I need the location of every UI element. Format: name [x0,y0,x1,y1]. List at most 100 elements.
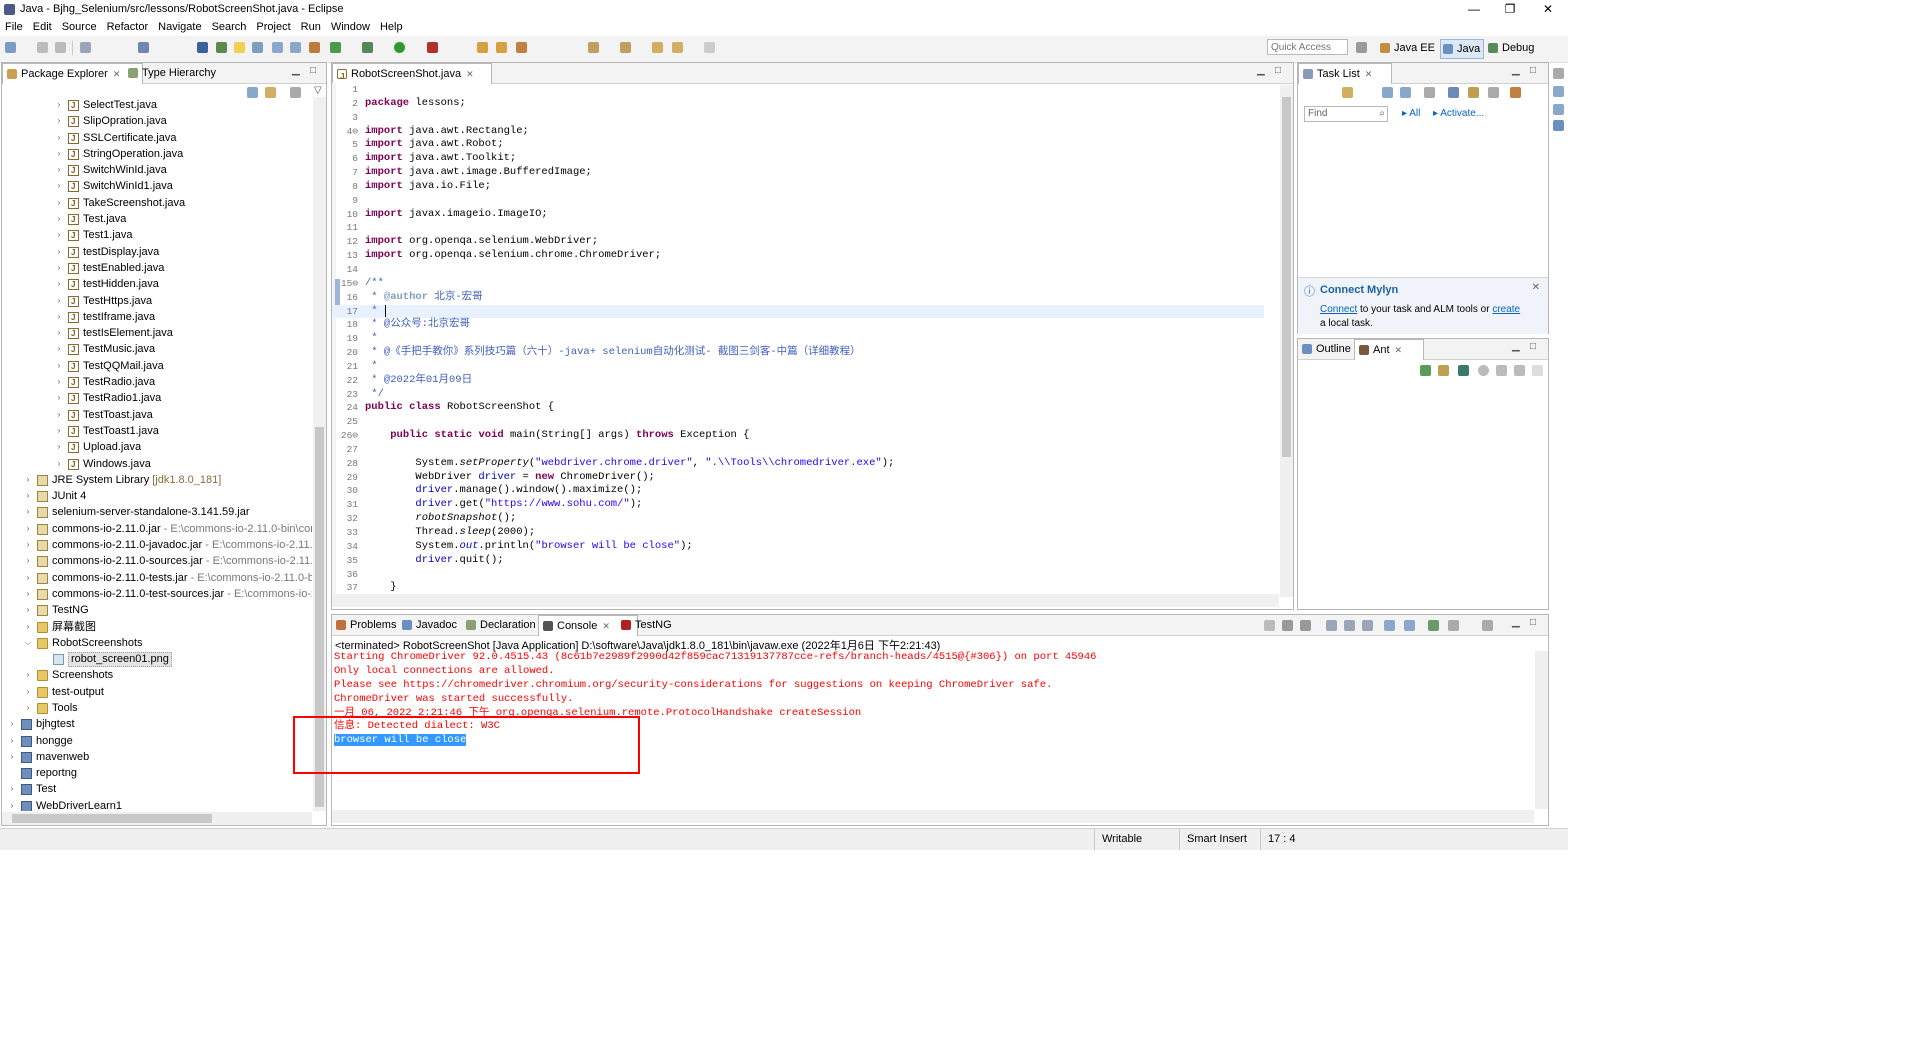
tree-item[interactable]: › TestRadio1.java [2,390,312,407]
trim-view-icon[interactable] [1553,120,1564,131]
new-icon[interactable] [5,42,16,53]
debug-icon[interactable] [330,42,341,53]
collapsed-twisty-icon[interactable]: › [24,586,32,602]
tab-task-list[interactable]: Task List ✕ [1298,63,1392,84]
code-line[interactable]: 31 driver.get("https://www.sohu.com/"); [332,498,1264,512]
code-line[interactable]: 10 import javax.imageio.ImageIO; [332,208,1264,222]
focus-workweek-icon[interactable] [1424,87,1435,98]
tree-item[interactable]: › Screenshots [2,667,312,683]
collapsed-twisty-icon[interactable]: › [55,113,63,129]
tree-item[interactable]: › testHidden.java [2,276,312,293]
search-buildfile-icon[interactable] [1438,365,1449,376]
code-line[interactable]: 29 WebDriver driver = new ChromeDriver()… [332,471,1264,485]
collapsed-twisty-icon[interactable]: › [55,146,63,162]
run-target-icon[interactable] [1478,365,1489,376]
perspective-java-ee[interactable]: Java EE [1378,39,1438,57]
connect-link[interactable]: Connect [1320,304,1357,315]
tree-item[interactable]: › SwitchWinId1.java [2,178,312,195]
collapsed-twisty-icon[interactable]: › [55,325,63,341]
collapsed-twisty-icon[interactable]: › [55,407,63,423]
scheduled-icon[interactable] [1400,87,1411,98]
open-task-icon[interactable] [496,42,507,53]
categorized-icon[interactable] [1382,87,1393,98]
trim-task-icon[interactable] [1553,86,1564,97]
collapsed-twisty-icon[interactable]: › [55,358,63,374]
filter-all-link[interactable]: ▸ All [1402,108,1420,119]
menu-source[interactable]: Source [57,19,102,36]
hide-targets-icon[interactable] [1458,365,1469,376]
code-line[interactable]: 3 [332,111,1264,125]
code-line[interactable]: 23 */ [332,388,1264,402]
collapse-tasks-icon[interactable] [1488,87,1499,98]
display-console-icon[interactable] [1448,620,1459,631]
remove-all-icon[interactable] [1514,365,1525,376]
code-line[interactable]: 12 import org.openqa.selenium.WebDriver; [332,235,1264,249]
maximize-button[interactable]: ❐ [1490,0,1530,19]
collapsed-twisty-icon[interactable]: › [55,423,63,439]
collapsed-twisty-icon[interactable]: › [8,749,16,765]
code-line[interactable]: 7 import java.awt.image.BufferedImage; [332,166,1264,180]
tree-item[interactable]: › SlipOpration.java [2,113,312,130]
tree-item[interactable]: › TestHttps.java [2,293,312,310]
code-line[interactable]: 33 Thread.sleep(2000); [332,526,1264,540]
debug-run-icon[interactable] [362,42,373,53]
tree-item[interactable]: › StringOperation.java [2,146,312,163]
collapsed-twisty-icon[interactable]: › [55,374,63,390]
collapsed-twisty-icon[interactable]: › [24,521,32,537]
collapsed-twisty-icon[interactable]: › [55,439,63,455]
remove-icon[interactable] [1496,365,1507,376]
code-area[interactable]: 1 2 package lessons; 3 4⊖ import java.awt.Rec… [332,83,1264,595]
trim-outline-icon[interactable] [1553,104,1564,115]
tab-robotscreenshot-java[interactable]: RobotScreenShot.java✕ [332,63,492,87]
code-line[interactable]: 14 [332,263,1264,277]
collapsed-twisty-icon[interactable]: › [55,97,63,113]
restore-icon[interactable] [1553,68,1564,79]
activate-link[interactable]: ▸ Activate... [1433,108,1484,119]
hide-completed-icon[interactable] [1448,87,1459,98]
collapsed-twisty-icon[interactable]: › [24,504,32,520]
menu-edit[interactable]: Edit [28,19,57,36]
console-minimize-icon[interactable]: ▁ [1512,617,1520,628]
show-whitespace-icon[interactable] [272,42,283,53]
save-all-icon[interactable] [55,42,66,53]
menu-help[interactable]: Help [375,19,408,36]
tree-item[interactable]: ⌵ RobotScreenshots [2,635,312,651]
editor-maximize-icon[interactable]: □ [1275,65,1281,76]
tree-item[interactable]: › 屏幕截图 [2,619,312,635]
code-line[interactable]: 16 * @author 北京-宏哥 [332,291,1264,305]
ant-menu-icon[interactable] [1532,365,1543,376]
back-icon[interactable] [672,42,683,53]
clear-console-icon[interactable] [1326,620,1337,631]
collapsed-twisty-icon[interactable]: › [24,553,32,569]
collapsed-twisty-icon[interactable]: › [24,619,32,635]
collapsed-twisty-icon[interactable]: › [55,162,63,178]
tab-ant[interactable]: Ant ✕ [1354,339,1424,360]
tree-item[interactable]: › TakeScreenshot.java [2,195,312,212]
code-line[interactable]: 26⊖ public static void main(String[] arg… [332,429,1264,443]
code-line[interactable]: 25 [332,415,1264,429]
close-console-icon[interactable]: ✕ [602,621,610,631]
scroll-lock-icon[interactable] [1344,620,1355,631]
collapsed-twisty-icon[interactable]: › [55,195,63,211]
code-line[interactable]: 32 robotSnapshot(); [332,512,1264,526]
collapsed-twisty-icon[interactable]: › [55,211,63,227]
code-line[interactable]: 8 import java.io.File; [332,180,1264,194]
perspective-debug[interactable]: Debug [1486,39,1537,57]
tree-item[interactable]: › WebDriverLearn1 [2,798,312,811]
tab-outline[interactable]: Outline [1298,339,1355,359]
tree-item[interactable]: › TestRadio.java [2,374,312,391]
close-ant-icon[interactable]: ✕ [1395,345,1403,355]
tree-item[interactable]: › Test [2,781,312,797]
menu-refactor[interactable]: Refactor [102,19,154,36]
collapsed-twisty-icon[interactable]: › [24,570,32,586]
tree-item[interactable]: › commons-io-2.11.0-tests.jar - E:\common… [2,570,312,586]
close-mylyn-icon[interactable]: ✕ [1532,282,1540,293]
testng-icon[interactable] [309,42,320,53]
code-line[interactable]: 15⊖ /** [332,277,1264,291]
tree-item[interactable]: › JRE System Library [jdk1.8.0_181] [2,472,312,488]
code-line[interactable]: 20 * @《手把手教你》系列技巧篇（六十）-java+ selenium自动化… [332,346,1264,360]
code-line[interactable]: 37 } [332,581,1264,595]
tree-horizontal-scrollbar[interactable] [2,812,312,825]
code-line[interactable]: 13 import org.openqa.selenium.chrome.Chro… [332,249,1264,263]
console-vertical-scrollbar[interactable] [1535,651,1548,809]
